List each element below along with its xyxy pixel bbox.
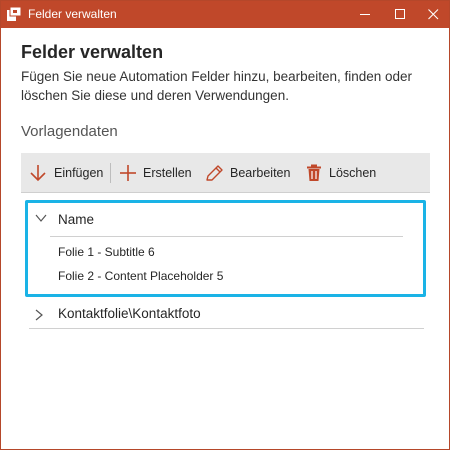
edit-label: Bearbeiten [230, 166, 291, 180]
delete-button[interactable]: Löschen [303, 153, 383, 193]
section-title: Vorlagendaten [21, 123, 118, 140]
list-item[interactable]: Folie 2 - Content Placeholder 5 [50, 265, 400, 287]
field-group-kontaktfoto[interactable]: Kontaktfolie\Kontaktfoto [29, 302, 424, 329]
arrow-down-icon [30, 165, 46, 182]
field-group-name[interactable]: Name Folie 1 - Subtitle 6 Folie 2 - Cont… [25, 200, 426, 297]
edit-button[interactable]: Bearbeiten [201, 153, 296, 193]
trash-icon [307, 164, 321, 181]
list-item[interactable]: Folie 1 - Subtitle 6 [50, 241, 400, 263]
minimize-button[interactable] [348, 1, 382, 28]
create-button[interactable]: Erstellen [114, 153, 194, 193]
title-bar[interactable]: Felder verwalten [1, 1, 449, 28]
group-divider [50, 236, 403, 237]
plus-icon [120, 165, 136, 181]
toolbar: Einfügen Erstellen Bearbeiten Löschen [21, 153, 430, 193]
insert-label: Einfügen [54, 166, 104, 180]
delete-label: Löschen [329, 166, 377, 180]
toolbar-separator [110, 163, 111, 183]
pencil-icon [206, 165, 223, 181]
dialog-window: Felder verwalten Felder verwalten Fügen … [0, 0, 450, 450]
window-title: Felder verwalten [28, 7, 117, 21]
powerpoint-app-icon [6, 6, 22, 22]
close-button[interactable] [416, 1, 450, 28]
group-header-name[interactable]: Name [28, 203, 423, 236]
create-label: Erstellen [143, 166, 192, 180]
page-description: Fügen Sie neue Automation Felder hinzu, … [21, 69, 413, 103]
minimize-icon [360, 14, 370, 15]
page-title: Felder verwalten [21, 42, 164, 62]
group-label: Kontaktfolie\Kontaktfoto [58, 306, 201, 321]
chevron-right-icon [35, 309, 43, 321]
maximize-icon [395, 9, 405, 19]
group-label: Name [58, 212, 95, 227]
insert-button[interactable]: Einfügen [21, 153, 107, 193]
close-icon [428, 9, 439, 20]
maximize-button[interactable] [383, 1, 417, 28]
chevron-down-icon [35, 214, 47, 222]
